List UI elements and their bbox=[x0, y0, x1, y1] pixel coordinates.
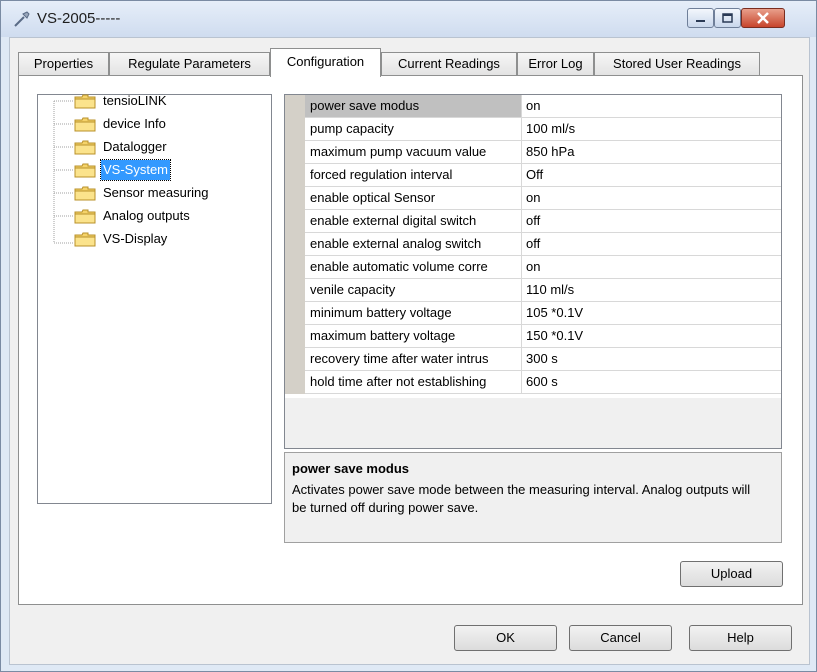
row-margin bbox=[285, 256, 305, 279]
property-name: venile capacity bbox=[305, 279, 522, 302]
property-name: enable automatic volume corre bbox=[305, 256, 522, 279]
property-row-forced-regulation-interval[interactable]: forced regulation interval Off bbox=[285, 164, 781, 187]
property-value[interactable]: on bbox=[522, 95, 781, 118]
row-margin bbox=[285, 279, 305, 302]
property-row-maximum-pump-vacuum-value[interactable]: maximum pump vacuum value 850 hPa bbox=[285, 141, 781, 164]
tree-item-label: Sensor measuring bbox=[103, 185, 209, 200]
folder-icon bbox=[74, 232, 96, 247]
maximize-button[interactable] bbox=[714, 8, 741, 28]
folder-icon bbox=[74, 117, 96, 132]
property-name: enable external analog switch bbox=[305, 233, 522, 256]
property-value[interactable]: off bbox=[522, 210, 781, 233]
property-value[interactable]: 850 hPa bbox=[522, 141, 781, 164]
minimize-icon bbox=[696, 20, 705, 22]
row-margin bbox=[285, 371, 305, 394]
tab-configuration[interactable]: Configuration bbox=[270, 48, 381, 77]
close-button[interactable] bbox=[741, 8, 785, 28]
tree-item-label: Datalogger bbox=[103, 139, 167, 154]
property-row-enable-automatic-volume-correction[interactable]: enable automatic volume corre on bbox=[285, 256, 781, 279]
property-name: power save modus bbox=[305, 95, 522, 118]
property-name: maximum battery voltage bbox=[305, 325, 522, 348]
title-bar[interactable]: VS-2005----- bbox=[1, 1, 816, 37]
settings-tree[interactable]: tensioLINK device Info Datalogger VS-Sys… bbox=[37, 93, 272, 504]
window-title: VS-2005----- bbox=[37, 10, 121, 27]
folder-icon bbox=[74, 186, 96, 201]
row-margin bbox=[285, 141, 305, 164]
property-name: enable external digital switch bbox=[305, 210, 522, 233]
property-row-enable-external-digital-switch[interactable]: enable external digital switch off bbox=[285, 210, 781, 233]
description-title: power save modus bbox=[292, 461, 410, 476]
property-name: minimum battery voltage bbox=[305, 302, 522, 325]
property-row-venile-capacity[interactable]: venile capacity 110 ml/s bbox=[285, 279, 781, 302]
tab-regulate-parameters[interactable]: Regulate Parameters bbox=[109, 52, 270, 76]
cancel-button[interactable]: Cancel bbox=[569, 625, 672, 651]
row-margin bbox=[285, 302, 305, 325]
property-name: recovery time after water intrus bbox=[305, 348, 522, 371]
property-row-enable-external-analog-switch[interactable]: enable external analog switch off bbox=[285, 233, 781, 256]
folder-icon bbox=[74, 94, 96, 109]
help-button[interactable]: Help bbox=[689, 625, 792, 651]
row-margin bbox=[285, 325, 305, 348]
tab-stored-user-readings[interactable]: Stored User Readings bbox=[594, 52, 760, 76]
property-row-minimum-battery-voltage[interactable]: minimum battery voltage 105 *0.1V bbox=[285, 302, 781, 325]
property-name: forced regulation interval bbox=[305, 164, 522, 187]
row-margin bbox=[285, 164, 305, 187]
tree-item-label: device Info bbox=[103, 116, 166, 131]
tree-item-label: Analog outputs bbox=[103, 208, 190, 223]
folder-icon bbox=[74, 140, 96, 155]
tab-current-readings[interactable]: Current Readings bbox=[381, 52, 517, 76]
folder-icon bbox=[74, 209, 96, 224]
property-value[interactable]: 300 s bbox=[522, 348, 781, 371]
row-margin bbox=[285, 348, 305, 371]
property-grid-rows: power save modus on pump capacity 100 ml… bbox=[285, 95, 781, 398]
dialog-window: VS-2005----- Properties Regulate Paramet… bbox=[0, 0, 817, 672]
row-margin bbox=[285, 118, 305, 141]
minimize-button[interactable] bbox=[687, 8, 714, 28]
property-grid[interactable]: power save modus on pump capacity 100 ml… bbox=[284, 94, 782, 449]
property-row-power-save-modus[interactable]: power save modus on bbox=[285, 95, 781, 118]
property-value[interactable]: on bbox=[522, 256, 781, 279]
tab-properties[interactable]: Properties bbox=[18, 52, 109, 76]
tab-error-log[interactable]: Error Log bbox=[517, 52, 594, 76]
tree-item-label: tensioLINK bbox=[103, 93, 167, 108]
property-value[interactable]: Off bbox=[522, 164, 781, 187]
property-name: hold time after not establishing bbox=[305, 371, 522, 394]
property-row-hold-time-after-not-establishing[interactable]: hold time after not establishing 600 s bbox=[285, 371, 781, 394]
maximize-icon bbox=[722, 13, 733, 23]
property-description-panel: power save modus Activates power save mo… bbox=[284, 452, 782, 543]
property-value[interactable]: 100 ml/s bbox=[522, 118, 781, 141]
tree-item-label: VS-System bbox=[99, 159, 172, 181]
description-text: Activates power save mode between the me… bbox=[292, 482, 751, 515]
property-row-enable-optical-sensor[interactable]: enable optical Sensor on bbox=[285, 187, 781, 210]
property-value[interactable]: 600 s bbox=[522, 371, 781, 394]
close-icon bbox=[757, 12, 769, 24]
app-tool-icon bbox=[14, 11, 30, 27]
upload-button[interactable]: Upload bbox=[680, 561, 783, 587]
configuration-panel: tensioLINK device Info Datalogger VS-Sys… bbox=[18, 75, 803, 605]
row-margin bbox=[285, 95, 305, 118]
row-margin bbox=[285, 187, 305, 210]
folder-icon bbox=[74, 163, 96, 178]
property-row-pump-capacity[interactable]: pump capacity 100 ml/s bbox=[285, 118, 781, 141]
property-row-maximum-battery-voltage[interactable]: maximum battery voltage 150 *0.1V bbox=[285, 325, 781, 348]
row-margin bbox=[285, 210, 305, 233]
property-name: enable optical Sensor bbox=[305, 187, 522, 210]
property-value[interactable]: 150 *0.1V bbox=[522, 325, 781, 348]
property-row-recovery-time-after-water-intrusion[interactable]: recovery time after water intrus 300 s bbox=[285, 348, 781, 371]
property-value[interactable]: 110 ml/s bbox=[522, 279, 781, 302]
property-value[interactable]: off bbox=[522, 233, 781, 256]
property-name: pump capacity bbox=[305, 118, 522, 141]
ok-button[interactable]: OK bbox=[454, 625, 557, 651]
row-margin bbox=[285, 233, 305, 256]
property-name: maximum pump vacuum value bbox=[305, 141, 522, 164]
property-value[interactable]: 105 *0.1V bbox=[522, 302, 781, 325]
property-value[interactable]: on bbox=[522, 187, 781, 210]
tree-item-label: VS-Display bbox=[103, 231, 168, 246]
